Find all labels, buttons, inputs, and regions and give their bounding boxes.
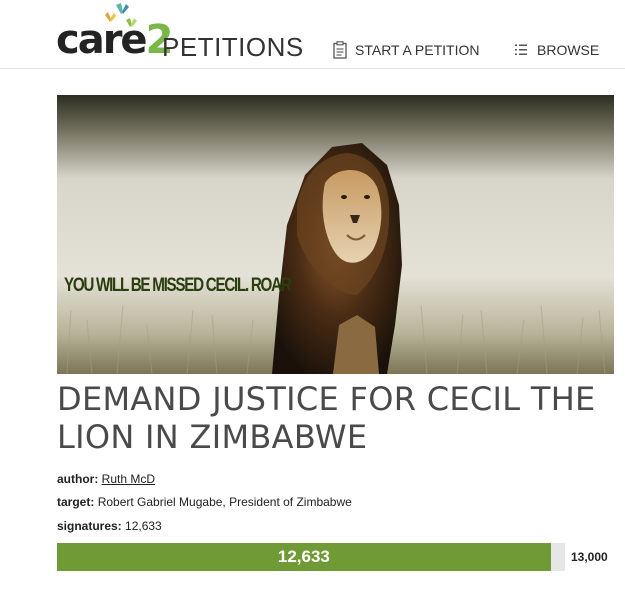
nav-browse[interactable]: BROWSE [515, 40, 599, 60]
target-label: target: [57, 495, 95, 509]
care2-petitions-logo[interactable]: care2 PETITIONS [56, 2, 306, 68]
signature-progress-bar: 12,633 [57, 543, 565, 571]
petition-target: target: Robert Gabriel Mugabe, President… [57, 495, 352, 509]
petition-author: author: Ruth McD [57, 472, 155, 486]
nav-browse-label: BROWSE [537, 42, 600, 58]
petition-signatures: signatures: 12,633 [57, 519, 162, 533]
target-value: Robert Gabriel Mugabe, President of Zimb… [97, 495, 352, 509]
petition-hero-image: YOU WILL BE MISSED CECIL. ROAR [57, 95, 614, 374]
progress-fill: 12,633 [57, 543, 551, 571]
logo-wordmark: care2 [56, 17, 173, 63]
petition-title: DEMAND JUSTICE FOR CECIL THE LION IN ZIM… [57, 380, 596, 456]
nav-start-petition[interactable]: START A PETITION [333, 40, 479, 60]
nav-start-petition-label: START A PETITION [355, 42, 480, 58]
clipboard-icon [333, 41, 347, 59]
hero-caption: YOU WILL BE MISSED CECIL. ROAR [64, 275, 292, 296]
progress-goal-label: 13,000 [571, 550, 608, 564]
progress-current-label: 12,633 [277, 547, 330, 566]
author-link[interactable]: Ruth McD [102, 472, 155, 486]
list-icon [515, 44, 527, 55]
signatures-value: 12,633 [125, 519, 162, 533]
lion-photo [57, 95, 614, 374]
site-header: care2 PETITIONS START A PETITION BROWSE [0, 0, 625, 69]
author-label: author: [57, 472, 99, 486]
signatures-label: signatures: [57, 519, 122, 533]
logo-petitions-text: PETITIONS [162, 32, 304, 62]
